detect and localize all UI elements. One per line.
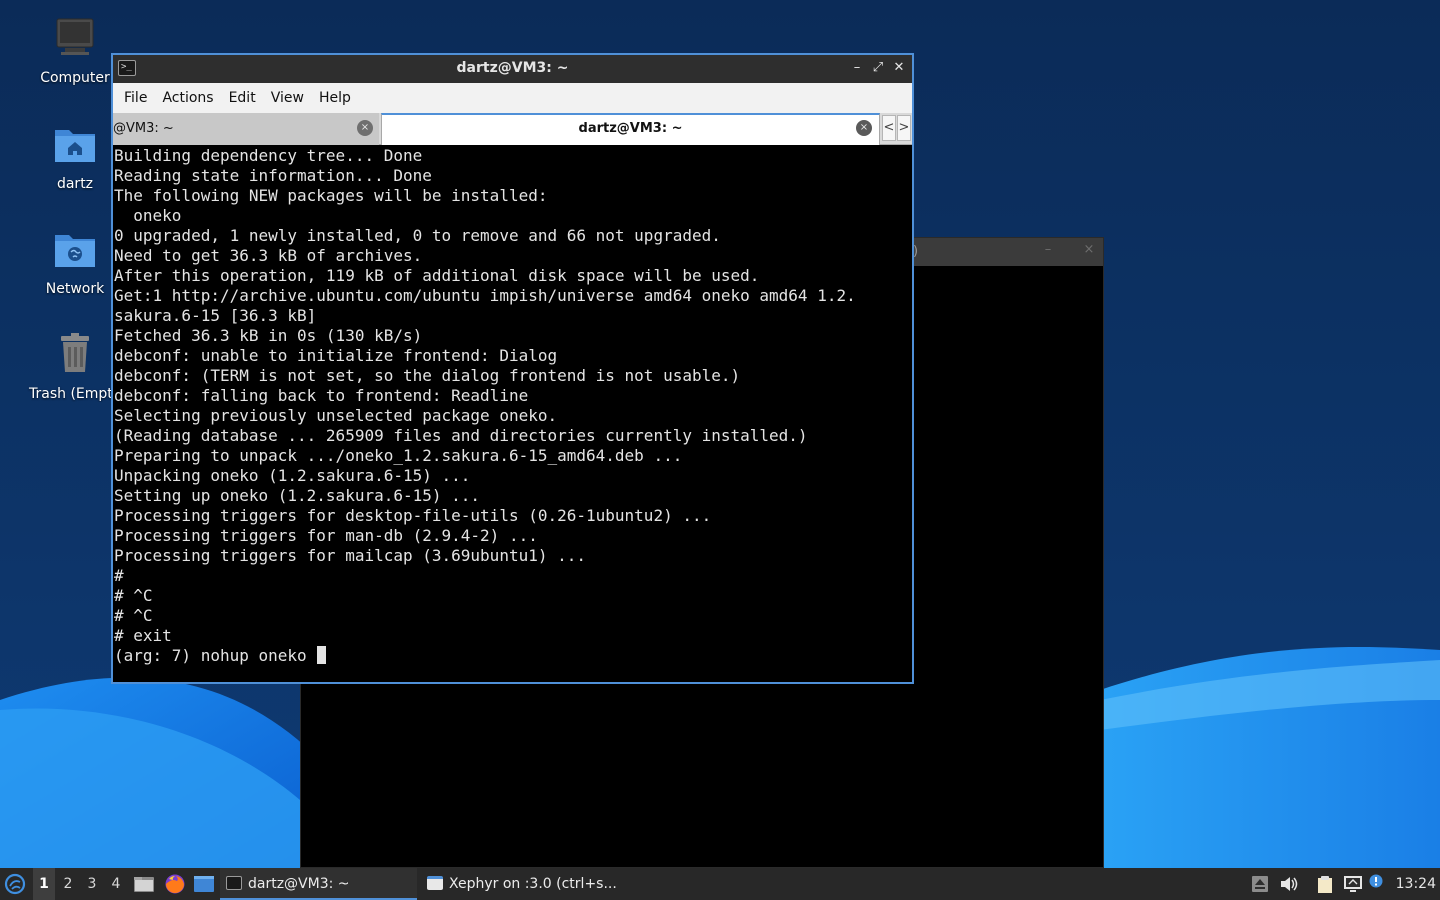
tab-scroll-right-icon[interactable]: >	[897, 115, 911, 141]
volume-icon[interactable]	[1279, 875, 1299, 893]
xephyr-close-button[interactable]: ×	[1080, 242, 1098, 260]
terminal-line: Need to get 36.3 kB of archives.	[114, 246, 423, 265]
close-button[interactable]: ✕	[890, 59, 908, 77]
workspace-4[interactable]: 4	[105, 868, 127, 900]
tab-close-icon[interactable]: ×	[856, 120, 872, 136]
xephyr-window-icon	[427, 876, 443, 890]
terminal-line: Building dependency tree... Done	[114, 146, 423, 165]
network-icon[interactable]	[1343, 875, 1363, 893]
tab-label: @VM3: ~	[113, 121, 174, 136]
desktop-icon-label: Trash (Empt	[29, 386, 113, 402]
eject-icon[interactable]	[1251, 875, 1269, 893]
xephyr-minimize-button[interactable]: –	[1039, 242, 1057, 260]
terminal-line: 0 upgraded, 1 newly installed, 0 to remo…	[114, 226, 721, 245]
prompt-line[interactable]: (arg: 7) nohup oneko	[114, 646, 912, 666]
file-manager-icon[interactable]	[134, 875, 154, 893]
tab-2-active[interactable]: dartz@VM3: ~ ×	[381, 113, 880, 145]
computer-icon	[56, 18, 94, 55]
terminal-icon	[226, 876, 242, 890]
terminal-line: Preparing to unpack .../oneko_1.2.sakura…	[114, 446, 683, 465]
firefox-icon[interactable]	[164, 873, 186, 895]
prompt-text: (arg: 7) nohup oneko	[114, 646, 317, 665]
update-notifier-icon[interactable]	[1369, 874, 1383, 888]
terminal-line: Processing triggers for mailcap (3.69ubu…	[114, 546, 587, 565]
terminal-line: oneko	[114, 206, 182, 225]
terminal-line: Reading state information... Done	[114, 166, 432, 185]
taskbar: 1 2 3 4 dartz@VM3: ~ Xephyr on :3.0 (ctr…	[0, 868, 1440, 900]
workspace-2[interactable]: 2	[57, 868, 79, 900]
workspace-1[interactable]: 1	[33, 868, 55, 900]
maximize-button[interactable]: ⤢	[869, 59, 887, 77]
terminal-line: Selecting previously unselected package …	[114, 406, 558, 425]
trash-icon	[61, 333, 89, 372]
tab-1[interactable]: @VM3: ~ ×	[113, 113, 379, 145]
terminal-line: Fetched 36.3 kB in 0s (130 kB/s)	[114, 326, 423, 345]
terminal-line: # ^C	[114, 586, 153, 605]
desktop-icon-label: Computer	[40, 70, 110, 86]
tab-scroll-left-icon[interactable]: <	[882, 115, 896, 141]
network-folder-icon	[55, 235, 95, 267]
menu-edit[interactable]: Edit	[227, 86, 265, 110]
show-desktop-icon[interactable]	[194, 876, 214, 892]
desktop-icon-label: Network	[45, 281, 105, 297]
menu-actions[interactable]: Actions	[160, 86, 222, 110]
desktop-icon-network[interactable]: Network	[27, 225, 123, 297]
desktop-icon-trash[interactable]: Trash (Empt	[27, 330, 123, 402]
desktop-icon-computer[interactable]: Computer	[27, 14, 123, 86]
terminal-line: The following NEW packages will be insta…	[114, 186, 548, 205]
clipboard-icon[interactable]	[1315, 874, 1335, 894]
lubuntu-start-icon[interactable]	[4, 873, 26, 895]
terminal-line: Unpacking oneko (1.2.sakura.6-15) ...	[114, 466, 471, 485]
terminal-line: Processing triggers for desktop-file-uti…	[114, 506, 712, 525]
clock[interactable]: 13:24	[1396, 868, 1436, 900]
terminal-line: debconf: (TERM is not set, so the dialog…	[114, 366, 741, 385]
tab-label: dartz@VM3: ~	[578, 121, 683, 136]
minimize-button[interactable]: –	[848, 59, 866, 77]
terminal-line: Setting up oneko (1.2.sakura.6-15) ...	[114, 486, 481, 505]
menu-file[interactable]: File	[122, 86, 156, 110]
terminal-line: # exit	[114, 626, 172, 645]
terminal-output[interactable]: Building dependency tree... Done Reading …	[114, 146, 912, 682]
tab-close-icon[interactable]: ×	[357, 120, 373, 136]
terminal-line: debconf: unable to initialize frontend: …	[114, 346, 558, 365]
tab-bar: @VM3: ~ × dartz@VM3: ~ × < >	[113, 113, 912, 145]
terminal-titlebar[interactable]: >_ dartz@VM3: ~ – ⤢ ✕	[113, 55, 912, 83]
terminal-window[interactable]: >_ dartz@VM3: ~ – ⤢ ✕ File Actions Edit …	[111, 53, 914, 684]
menu-view[interactable]: View	[269, 86, 313, 110]
task-label: dartz@VM3: ~	[248, 876, 350, 892]
desktop-icon-label: dartz	[56, 176, 94, 192]
home-folder-icon	[55, 130, 95, 162]
menu-help[interactable]: Help	[317, 86, 360, 110]
terminal-line: Get:1 http://archive.ubuntu.com/ubuntu i…	[114, 286, 856, 305]
workspace-3[interactable]: 3	[81, 868, 103, 900]
text-cursor	[317, 646, 327, 664]
task-terminal[interactable]: dartz@VM3: ~	[220, 868, 417, 900]
terminal-line: debconf: falling back to frontend: Readl…	[114, 386, 529, 405]
task-label: Xephyr on :3.0 (ctrl+s...	[449, 876, 617, 892]
desktop-icon-dartz[interactable]: dartz	[27, 120, 123, 192]
task-xephyr[interactable]: Xephyr on :3.0 (ctrl+s...	[421, 868, 621, 900]
terminal-line: Processing triggers for man-db (2.9.4-2)…	[114, 526, 538, 545]
terminal-line: # ^C	[114, 606, 153, 625]
terminal-line: sakura.6-15 [36.3 kB]	[114, 306, 317, 325]
terminal-line: #	[114, 566, 124, 585]
terminal-line: (Reading database ... 265909 files and d…	[114, 426, 808, 445]
terminal-line: After this operation, 119 kB of addition…	[114, 266, 760, 285]
menu-bar: File Actions Edit View Help	[113, 83, 912, 113]
window-title: dartz@VM3: ~	[456, 60, 569, 76]
